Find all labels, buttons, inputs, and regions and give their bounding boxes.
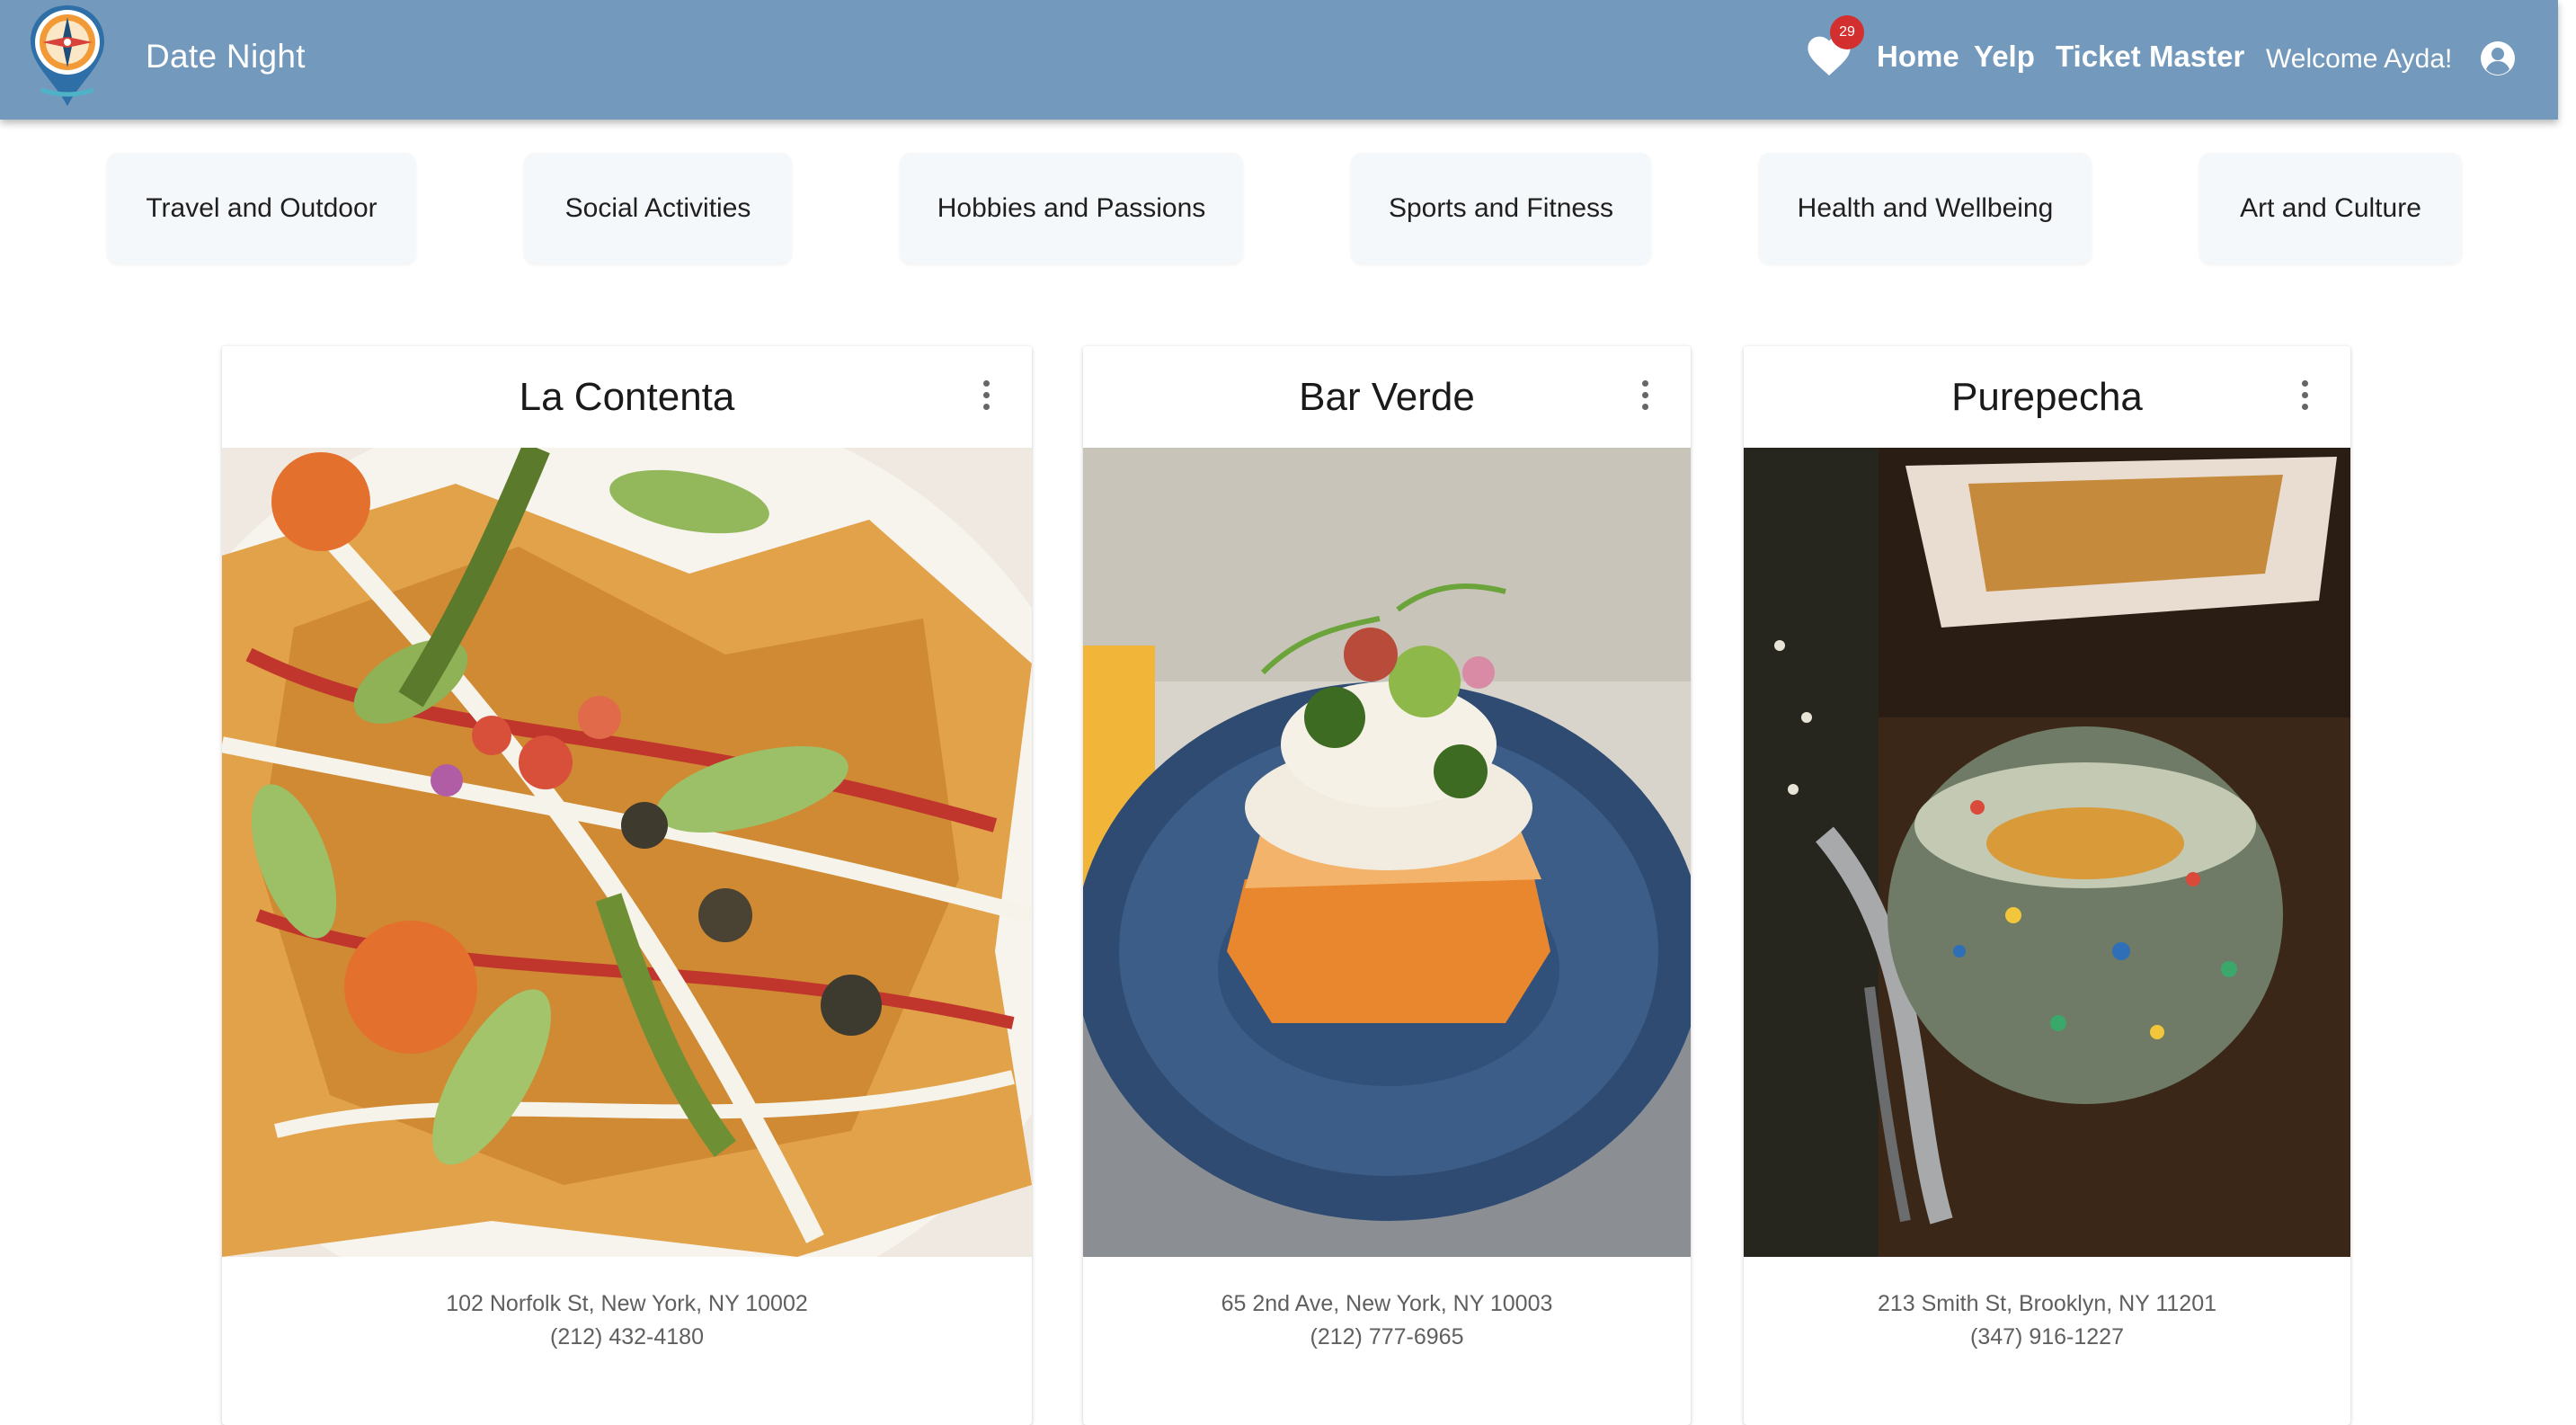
welcome-message: Welcome Ayda! [2266, 44, 2453, 74]
restaurant-card[interactable]: La Contenta 102 Norfolk St, New York, NY… [222, 346, 1032, 1425]
category-hobbies-passions[interactable]: Hobbies and Passions [900, 153, 1243, 264]
more-vert-icon[interactable] [1639, 380, 1651, 413]
card-address: 65 2nd Ave, New York, NY 10003 [1221, 1291, 1553, 1316]
category-health-wellbeing[interactable]: Health and Wellbeing [1759, 153, 2092, 264]
drink-photo-margarita[interactable] [1744, 448, 2350, 1257]
card-address: 213 Smith St, Brooklyn, NY 11201 [1877, 1291, 2217, 1316]
card-header: La Contenta [222, 346, 1032, 448]
card-contact-info: 102 Norfolk St, New York, NY 10002 (212)… [222, 1287, 1032, 1354]
category-travel-outdoor[interactable]: Travel and Outdoor [107, 153, 416, 264]
card-phone[interactable]: (212) 432-4180 [222, 1321, 1032, 1354]
category-sports-fitness[interactable]: Sports and Fitness [1351, 153, 1651, 264]
card-phone[interactable]: (212) 777-6965 [1083, 1321, 1691, 1354]
nav-home-link[interactable]: Home [1877, 40, 1959, 74]
restaurant-card[interactable]: Bar Verde 65 2nd Ave, New York, NY 10003 [1083, 346, 1691, 1425]
app-bar: Date Night 29 Home Yelp Ticket Master We… [0, 0, 2558, 120]
restaurant-card[interactable]: Purepecha 213 Smith St, Brooklyn, NY 112… [1744, 346, 2350, 1425]
card-title: Purepecha [1951, 374, 2143, 419]
card-phone[interactable]: (347) 916-1227 [1744, 1321, 2350, 1354]
nav-yelp-link[interactable]: Yelp [1974, 40, 2035, 74]
app-title[interactable]: Date Night [146, 38, 306, 76]
card-title: La Contenta [519, 374, 735, 419]
category-art-culture[interactable]: Art and Culture [2199, 153, 2462, 264]
compass-pin-logo[interactable] [23, 0, 111, 111]
favorites-count-badge: 29 [1830, 15, 1864, 49]
card-title: Bar Verde [1299, 374, 1475, 419]
nav-ticketmaster-link[interactable]: Ticket Master [2056, 40, 2244, 74]
card-contact-info: 65 2nd Ave, New York, NY 10003 (212) 777… [1083, 1287, 1691, 1354]
category-social-activities[interactable]: Social Activities [524, 153, 792, 264]
food-photo-nachos[interactable] [222, 448, 1032, 1257]
account-circle-icon[interactable] [2480, 40, 2516, 76]
card-header: Purepecha [1744, 346, 2350, 448]
card-header: Bar Verde [1083, 346, 1691, 448]
more-vert-icon[interactable] [980, 380, 992, 413]
card-contact-info: 213 Smith St, Brooklyn, NY 11201 (347) 9… [1744, 1287, 2350, 1354]
food-photo-tostada[interactable] [1083, 448, 1691, 1257]
more-vert-icon[interactable] [2298, 380, 2311, 413]
card-address: 102 Norfolk St, New York, NY 10002 [446, 1291, 808, 1316]
